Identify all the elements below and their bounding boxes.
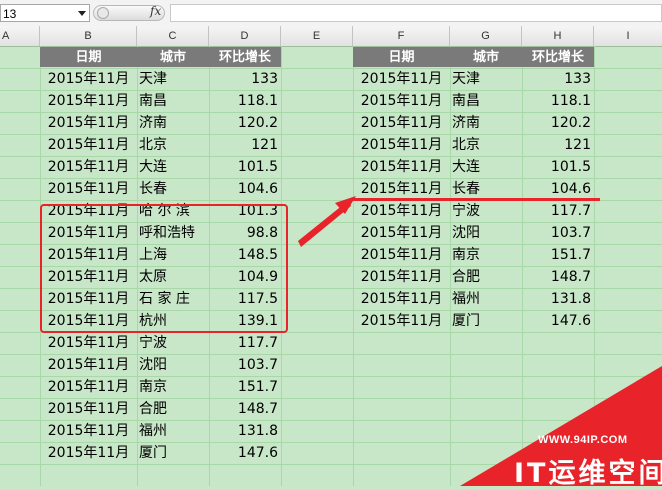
watermark-url: WWW.94IP.COM [538, 434, 628, 446]
watermark-brand: IT运维空间 [514, 458, 662, 489]
watermark-triangle [460, 366, 662, 486]
